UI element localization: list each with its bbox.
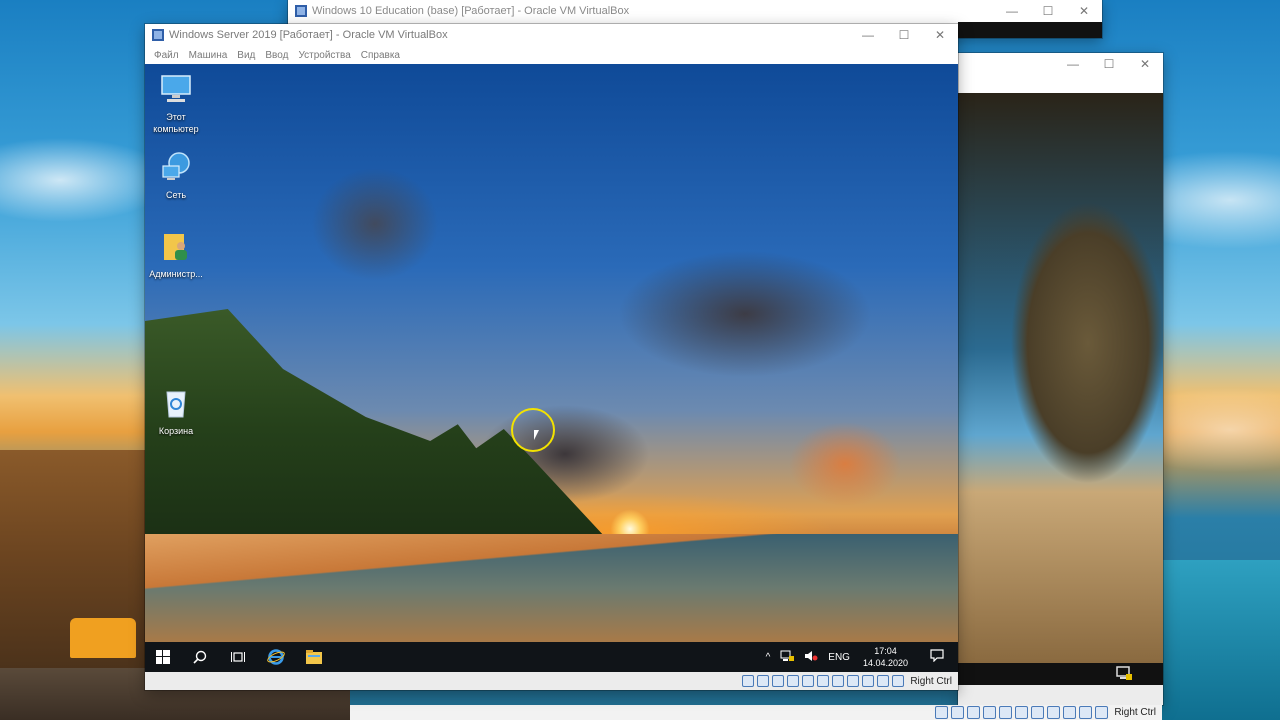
virtualbox-icon [295, 5, 307, 17]
task-view-button[interactable] [219, 642, 257, 672]
wallpaper-beach [145, 534, 958, 642]
guest-taskbar: ^ ENG 17:04 14.04.2020 [145, 642, 958, 672]
window-titlebar[interactable]: Windows Server 2019 [Работает] - Oracle … [145, 24, 958, 46]
mouse-integration-icon[interactable] [877, 675, 890, 687]
menu-input[interactable]: Ввод [260, 50, 293, 61]
desktop-icon-administrator[interactable]: Администр... [145, 229, 207, 280]
network-icon [162, 152, 190, 180]
shared-folders-icon[interactable] [817, 675, 830, 687]
menu-machine[interactable]: Машина [184, 50, 233, 61]
close-button[interactable]: ✕ [1066, 0, 1102, 22]
desktop-icon-label: Сеть [165, 190, 187, 200]
system-tray: ^ ENG 17:04 14.04.2020 [761, 642, 958, 672]
optical-drive-icon[interactable] [757, 675, 770, 687]
status-icons: Right Ctrl [935, 705, 1162, 720]
window-title: Windows 10 Education (base) [Работает] -… [312, 5, 630, 17]
desktop-icon-recycle-bin[interactable]: Корзина [145, 386, 207, 437]
vm-screen-fragment [958, 22, 1102, 38]
close-button[interactable]: ✕ [922, 24, 958, 46]
menu-help[interactable]: Справка [356, 50, 405, 61]
recycle-bin-icon [166, 391, 186, 418]
display-icon[interactable] [832, 675, 845, 687]
desktop-icon-network[interactable]: Сеть [145, 150, 207, 201]
action-center-button[interactable] [916, 649, 958, 665]
status-icons: Right Ctrl [742, 672, 958, 690]
maximize-button[interactable]: ☐ [1030, 0, 1066, 22]
menu-devices[interactable]: Устройства [293, 50, 355, 61]
vm-window-middle[interactable]: — ☐ ✕ [958, 53, 1163, 705]
cursor-highlight-ring [511, 408, 555, 452]
host-key-label: Right Ctrl [910, 675, 952, 687]
keyboard-icon[interactable] [892, 675, 905, 687]
host-key-label: Right Ctrl [1114, 707, 1156, 718]
start-button[interactable] [145, 642, 181, 672]
search-icon [193, 650, 207, 664]
taskbar-clock[interactable]: 17:04 14.04.2020 [855, 645, 916, 669]
shared-folders-icon[interactable] [1015, 706, 1029, 719]
audio-icon[interactable] [772, 675, 785, 687]
usb-icon[interactable] [999, 706, 1013, 719]
minimize-button[interactable]: — [850, 24, 886, 46]
input-language-indicator[interactable]: ENG [823, 652, 855, 663]
network-status-icon[interactable] [775, 650, 799, 665]
window-title: Windows Server 2019 [Работает] - Oracle … [169, 29, 448, 41]
folder-icon [306, 650, 322, 664]
notification-icon [930, 649, 944, 663]
network-icon[interactable] [983, 706, 997, 719]
minimize-button[interactable]: — [994, 0, 1030, 22]
audio-icon[interactable] [967, 706, 981, 719]
user-folder-icon [164, 234, 187, 260]
volume-muted-icon[interactable] [799, 650, 823, 665]
minimize-button[interactable]: — [1055, 53, 1091, 75]
computer-icon [161, 75, 191, 102]
window-controls: — ☐ ✕ [850, 24, 958, 46]
usb-icon[interactable] [802, 675, 815, 687]
hard-disk-icon[interactable] [742, 675, 755, 687]
search-button[interactable] [181, 642, 219, 672]
maximize-button[interactable]: ☐ [1091, 53, 1127, 75]
guest-desktop[interactable]: Этот компьютер Сеть Администр... Корзина [145, 64, 958, 642]
desktop-icon-label: Этот компьютер [153, 112, 199, 134]
display-icon[interactable] [1031, 706, 1045, 719]
recording-icon[interactable] [847, 675, 860, 687]
menu-bar: Файл Машина Вид Ввод Устройства Справка [145, 46, 958, 64]
windows-logo-icon [156, 650, 170, 664]
virtualbox-icon [152, 29, 164, 41]
cpu-icon[interactable] [1063, 706, 1077, 719]
task-view-icon [231, 652, 245, 662]
wallpaper-sea [1162, 560, 1280, 720]
desktop-icon-label: Администр... [149, 269, 203, 279]
recording-icon[interactable] [1047, 706, 1061, 719]
clock-date: 14.04.2020 [862, 658, 908, 668]
window-titlebar[interactable]: Windows 10 Education (base) [Работает] -… [288, 0, 1102, 22]
mouse-cursor [534, 430, 539, 440]
wallpaper-chair [70, 618, 136, 658]
desktop-icon-this-pc[interactable]: Этот компьютер [145, 72, 207, 135]
window-titlebar[interactable]: — ☐ ✕ [958, 53, 1163, 93]
network-icon[interactable] [1114, 663, 1134, 683]
vm-guest-screen[interactable] [958, 93, 1163, 663]
menu-file[interactable]: Файл [149, 50, 184, 61]
clock-time: 17:04 [874, 646, 897, 656]
menu-view[interactable]: Вид [232, 50, 260, 61]
hard-disk-icon[interactable] [935, 706, 949, 719]
mouse-integration-icon[interactable] [1079, 706, 1093, 719]
internet-explorer-button[interactable] [257, 642, 295, 672]
optical-drive-icon[interactable] [951, 706, 965, 719]
keyboard-icon[interactable] [1095, 706, 1109, 719]
internet-explorer-icon [267, 649, 285, 665]
host-vm-statusbar: Right Ctrl [350, 705, 1162, 720]
file-explorer-button[interactable] [295, 642, 333, 672]
close-button[interactable]: ✕ [1127, 53, 1163, 75]
desktop-icon-label: Корзина [158, 426, 194, 436]
show-hidden-icons-button[interactable]: ^ [761, 652, 776, 663]
vm-statusbar [958, 685, 1163, 705]
window-controls: — ☐ ✕ [994, 0, 1102, 22]
vm-window-windows-server-2019[interactable]: Windows Server 2019 [Работает] - Oracle … [145, 24, 958, 690]
network-icon[interactable] [787, 675, 800, 687]
maximize-button[interactable]: ☐ [886, 24, 922, 46]
cpu-icon[interactable] [862, 675, 875, 687]
window-controls: — ☐ ✕ [1055, 53, 1163, 77]
vm-statusbar: Right Ctrl [145, 672, 958, 690]
